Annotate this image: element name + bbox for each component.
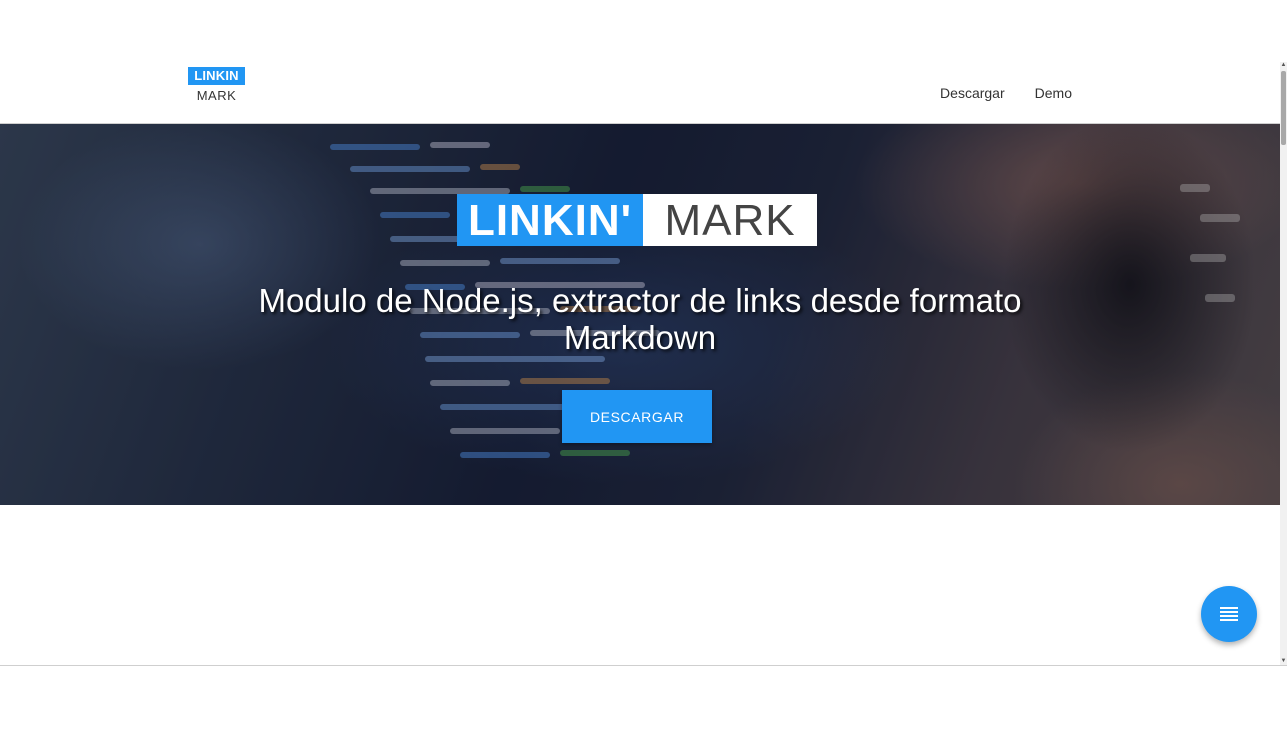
hero-logo-right: MARK bbox=[643, 194, 817, 246]
scroll-down-arrow-icon[interactable]: ▼ bbox=[1280, 658, 1287, 665]
brand-logo-bottom: MARK bbox=[196, 88, 237, 103]
viewport-bottom-border bbox=[0, 665, 1287, 666]
scroll-up-arrow-icon[interactable]: ▲ bbox=[1280, 62, 1287, 69]
nav-link-descargar[interactable]: Descargar bbox=[940, 82, 1005, 104]
page: LINKIN MARK Descargar Demo LINKIN' MARK … bbox=[0, 0, 1287, 734]
hero-title: Modulo de Node.js, extractor de links de… bbox=[258, 282, 1022, 356]
brand-logo-top: LINKIN bbox=[188, 67, 245, 85]
hero-logo-left: LINKIN' bbox=[457, 194, 643, 246]
menu-fab-button[interactable] bbox=[1201, 586, 1257, 642]
vertical-scrollbar[interactable]: ▲ ▼ bbox=[1280, 62, 1287, 665]
navbar: LINKIN MARK Descargar Demo bbox=[0, 62, 1280, 124]
nav-link-demo[interactable]: Demo bbox=[1035, 82, 1072, 104]
hero-logo: LINKIN' MARK bbox=[457, 194, 817, 246]
scroll-thumb[interactable] bbox=[1281, 71, 1286, 145]
nav-links: Descargar Demo bbox=[940, 82, 1072, 104]
brand-logo[interactable]: LINKIN MARK bbox=[188, 67, 246, 107]
hero-banner: LINKIN' MARK Modulo de Node.js, extracto… bbox=[0, 124, 1280, 505]
menu-lines-icon bbox=[1220, 607, 1238, 621]
download-button[interactable]: DESCARGAR bbox=[562, 390, 712, 443]
content-viewport: LINKIN MARK Descargar Demo LINKIN' MARK … bbox=[0, 62, 1280, 665]
